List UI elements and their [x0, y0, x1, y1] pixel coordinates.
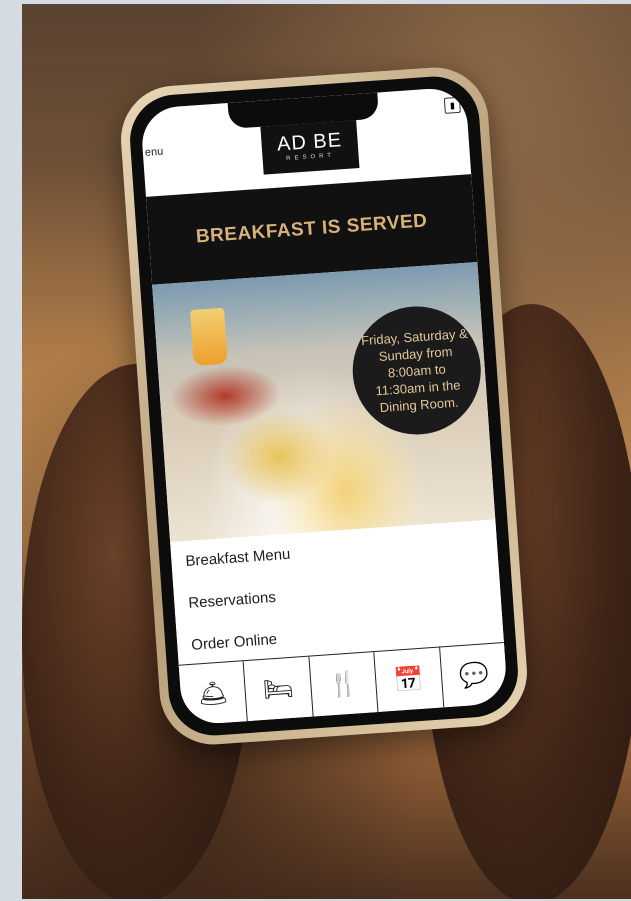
hours-text: Friday, Saturday & Sunday from 8:00am to… [360, 325, 469, 415]
dining-icon[interactable]: 🍴 [309, 652, 379, 717]
photo-background: enu ▮ AD BE RESORT BREAKFAST IS SERVED F… [22, 4, 631, 899]
breakfast-photo: Friday, Saturday & Sunday from 8:00am to… [152, 261, 496, 543]
bed-icon[interactable]: 🛏 [244, 656, 314, 722]
room-service-icon[interactable]: 🛎 [178, 661, 249, 726]
chat-icon[interactable]: 💬 [440, 643, 508, 707]
menu-button[interactable]: enu [144, 146, 163, 159]
juice-glass [189, 307, 228, 366]
calendar-icon[interactable]: 📅 [374, 647, 444, 712]
phone-screen: enu ▮ AD BE RESORT BREAKFAST IS SERVED F… [139, 86, 509, 726]
phone-bezel: enu ▮ AD BE RESORT BREAKFAST IS SERVED F… [127, 73, 521, 739]
phone: enu ▮ AD BE RESORT BREAKFAST IS SERVED F… [117, 63, 531, 749]
banner-title: BREAKFAST IS SERVED [195, 210, 429, 248]
resort-logo[interactable]: AD BE RESORT [260, 120, 360, 175]
corner-icon[interactable]: ▮ [443, 96, 461, 114]
hours-badge: Friday, Saturday & Sunday from 8:00am to… [348, 302, 486, 439]
